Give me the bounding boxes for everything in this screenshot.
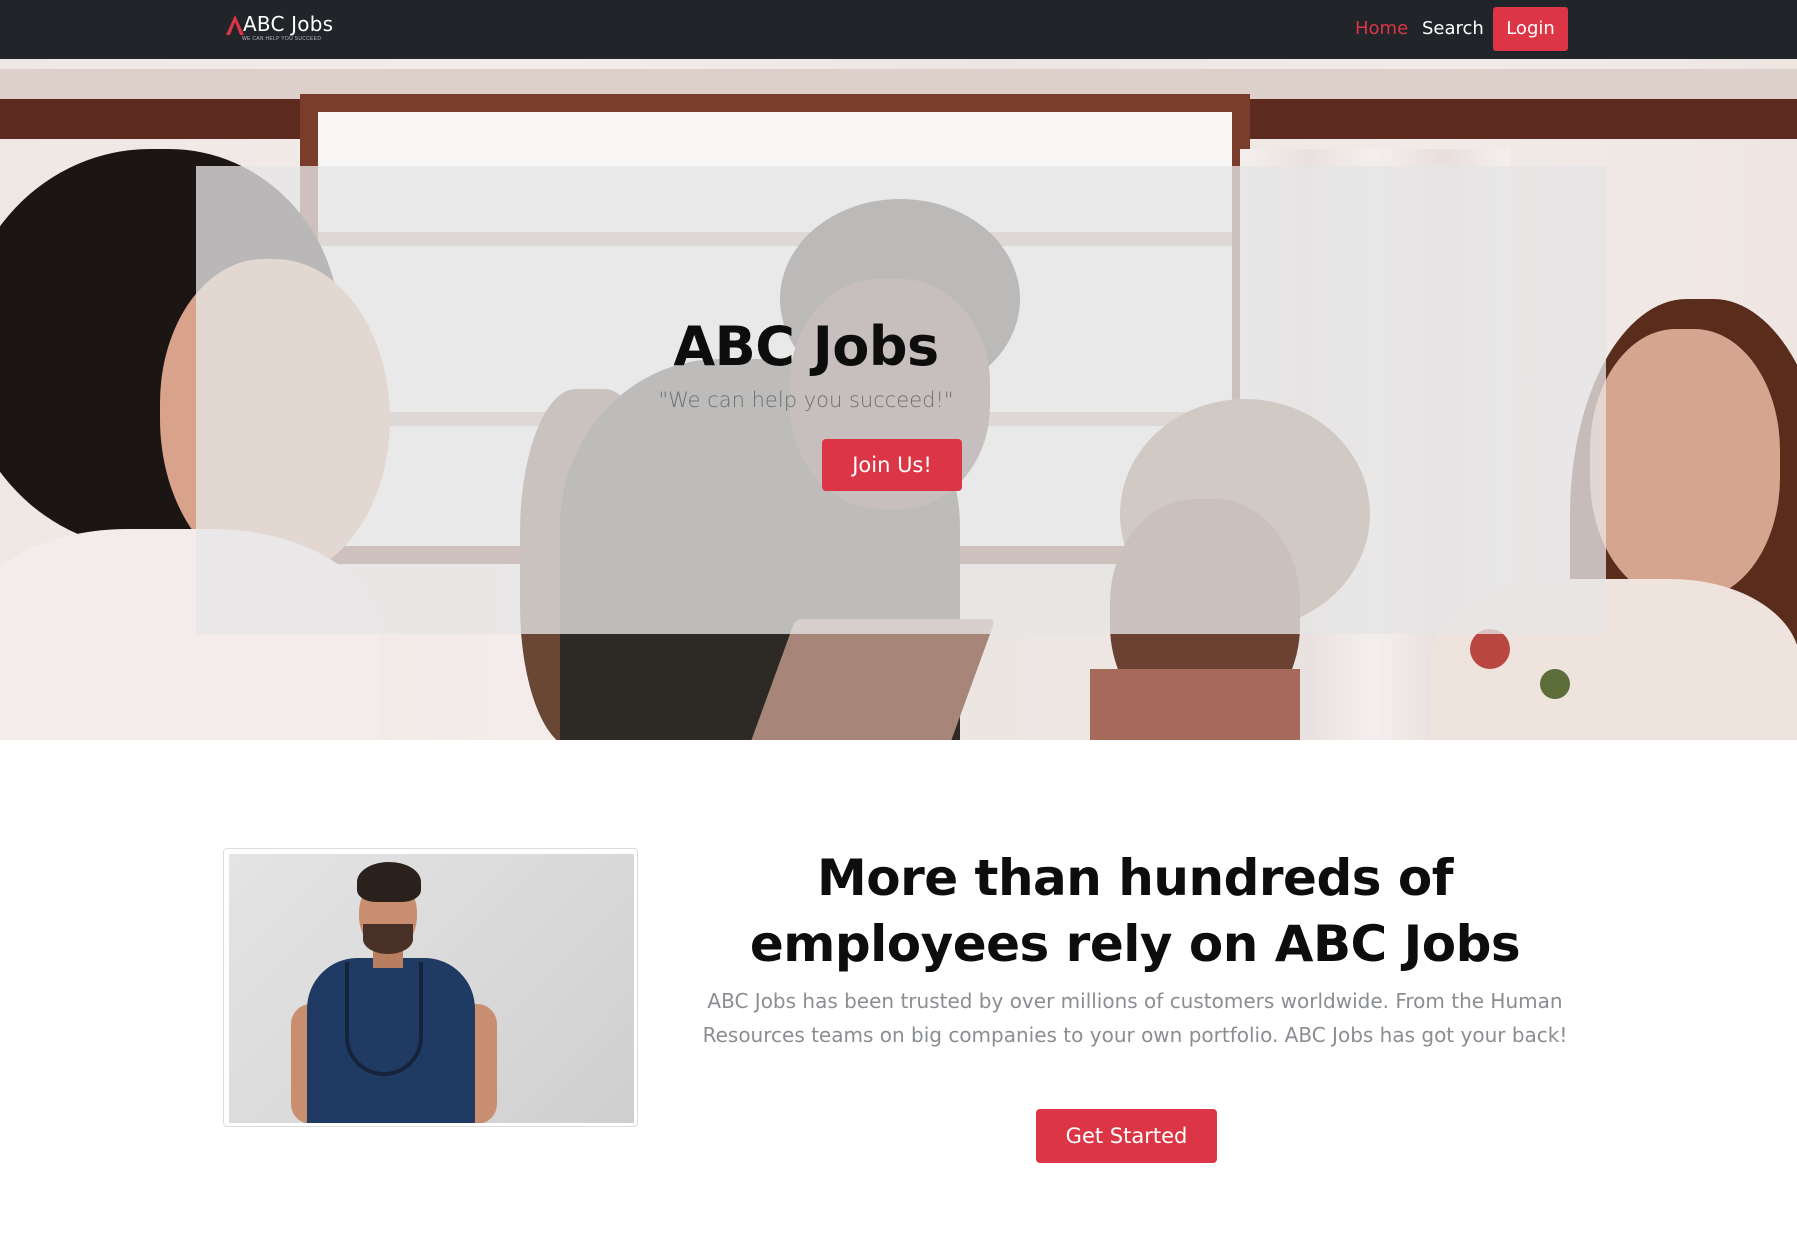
- feature-heading: More than hundreds of employees rely on …: [690, 845, 1580, 977]
- hero-card: ABC Jobs "We can help you succeed!" Join…: [196, 166, 1606, 634]
- login-button[interactable]: Login: [1493, 7, 1568, 51]
- brand-name: ABC Jobs: [243, 12, 334, 36]
- join-us-button[interactable]: Join Us!: [822, 439, 962, 491]
- hero-subtitle: "We can help you succeed!": [658, 388, 954, 412]
- abc-jobs-logo-icon: [226, 15, 244, 35]
- nav-link-home[interactable]: Home: [1355, 18, 1408, 39]
- feature-image-thumbnail: [223, 848, 638, 1127]
- feature-heading-line-1: More than hundreds of: [816, 849, 1454, 907]
- nav-link-search[interactable]: Search: [1422, 18, 1484, 39]
- hero-title: ABC Jobs: [673, 315, 939, 378]
- hero-section: ABC Jobs "We can help you succeed!" Join…: [0, 59, 1797, 740]
- feature-heading-line-2: employees rely on ABC Jobs: [749, 915, 1521, 973]
- brand-tagline: WE CAN HELP YOU SUCCEED: [242, 36, 322, 42]
- get-started-button[interactable]: Get Started: [1036, 1109, 1217, 1163]
- brand-logo-link[interactable]: ABC Jobs WE CAN HELP YOU SUCCEED: [226, 12, 336, 46]
- navbar: ABC Jobs WE CAN HELP YOU SUCCEED Home Se…: [0, 0, 1797, 59]
- doctor-photo: [229, 854, 634, 1123]
- feature-description: ABC Jobs has been trusted by over millio…: [702, 989, 1568, 1047]
